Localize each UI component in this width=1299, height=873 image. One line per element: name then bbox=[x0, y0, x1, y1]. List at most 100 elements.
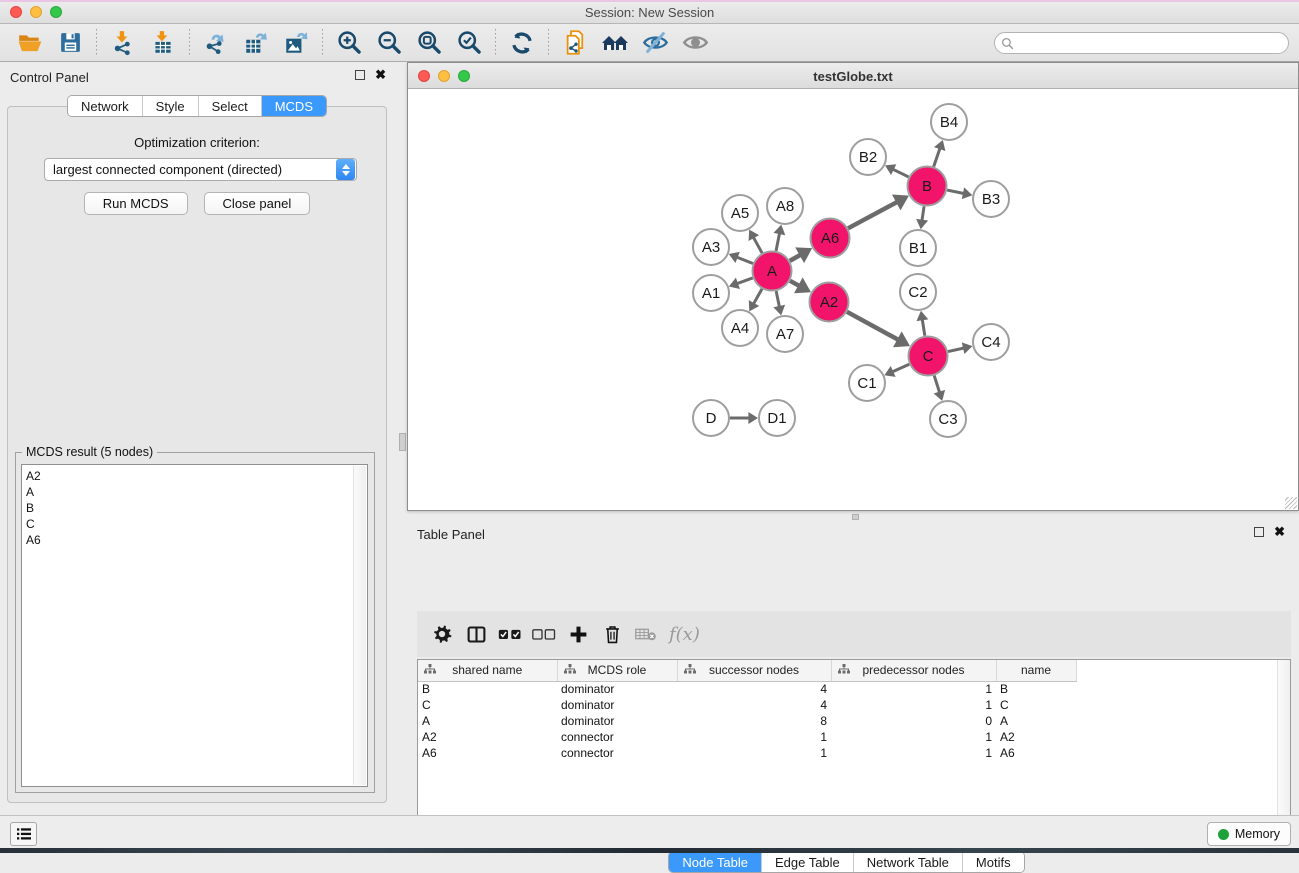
edge-C-C1[interactable] bbox=[892, 364, 909, 372]
table-cell[interactable]: 1 bbox=[831, 697, 996, 713]
edge-A-A1[interactable] bbox=[737, 278, 753, 284]
close-panel-button[interactable]: Close panel bbox=[204, 192, 311, 215]
table-cell[interactable]: 1 bbox=[831, 729, 996, 745]
search-field[interactable] bbox=[994, 32, 1289, 54]
edge-C-C3[interactable] bbox=[934, 376, 939, 393]
show-all-icon[interactable] bbox=[675, 27, 715, 59]
table-cell[interactable]: 1 bbox=[677, 745, 831, 761]
table-cell[interactable]: 1 bbox=[831, 681, 996, 697]
close-panel-icon[interactable]: ✖ bbox=[375, 70, 386, 80]
result-list-item[interactable]: B bbox=[26, 500, 367, 516]
zoom-out-icon[interactable] bbox=[369, 27, 409, 59]
table-tab-edge-table[interactable]: Edge Table bbox=[761, 852, 853, 872]
column-header-predecessor-nodes[interactable]: predecessor nodes bbox=[831, 660, 996, 681]
add-column-icon[interactable] bbox=[561, 619, 595, 649]
table-cell[interactable]: A2 bbox=[418, 729, 557, 745]
network-graph[interactable]: B4B2BB3A8A5A6A3B1AA1C2A2A4A7C4CC1DD1C3 bbox=[408, 89, 1298, 510]
result-list-item[interactable]: A2 bbox=[26, 468, 367, 484]
export-network-icon[interactable] bbox=[196, 27, 236, 59]
table-cell[interactable]: 0 bbox=[831, 713, 996, 729]
column-header-name[interactable]: name bbox=[996, 660, 1076, 681]
table-cell[interactable]: dominator bbox=[557, 713, 677, 729]
table-row[interactable]: A6connector11A6 bbox=[418, 745, 1278, 761]
zoom-fit-icon[interactable] bbox=[409, 27, 449, 59]
table-cell[interactable]: 1 bbox=[831, 745, 996, 761]
result-list-item[interactable]: C bbox=[26, 516, 367, 532]
node-table-grid[interactable]: shared nameMCDS rolesuccessor nodesprede… bbox=[418, 660, 1278, 761]
search-input[interactable] bbox=[1018, 36, 1288, 50]
network-canvas[interactable]: B4B2BB3A8A5A6A3B1AA1C2A2A4A7C4CC1DD1C3 bbox=[408, 89, 1298, 510]
edge-A2-C[interactable] bbox=[847, 312, 898, 340]
table-cell[interactable]: dominator bbox=[557, 681, 677, 697]
table-cell[interactable]: connector bbox=[557, 745, 677, 761]
edge-B-B3[interactable] bbox=[947, 190, 964, 193]
table-row[interactable]: Bdominator41B bbox=[418, 681, 1278, 697]
column-header-shared-name[interactable]: shared name bbox=[418, 660, 557, 681]
table-cell[interactable]: A bbox=[996, 713, 1076, 729]
hide-selected-icon[interactable] bbox=[635, 27, 675, 59]
select-all-checkboxes-icon[interactable] bbox=[493, 619, 527, 649]
edge-A6-B[interactable] bbox=[848, 202, 897, 228]
settings-gear-icon[interactable] bbox=[425, 619, 459, 649]
close-table-panel-icon[interactable]: ✖ bbox=[1274, 527, 1285, 537]
table-row[interactable]: Adominator80A bbox=[418, 713, 1278, 729]
table-cell[interactable]: C bbox=[418, 697, 557, 713]
edge-A-A5[interactable] bbox=[753, 237, 762, 253]
table-row[interactable]: A2connector11A2 bbox=[418, 729, 1278, 745]
run-mcds-button[interactable]: Run MCDS bbox=[84, 192, 188, 215]
edge-C-C4[interactable] bbox=[948, 348, 964, 352]
table-tab-node-table[interactable]: Node Table bbox=[669, 852, 761, 872]
export-table-icon[interactable] bbox=[236, 27, 276, 59]
table-cell[interactable]: connector bbox=[557, 729, 677, 745]
edge-B-B1[interactable] bbox=[922, 206, 924, 220]
table-tab-network-table[interactable]: Network Table bbox=[853, 852, 962, 872]
export-image-icon[interactable] bbox=[276, 27, 316, 59]
mcds-result-list[interactable]: A2ABCA6 bbox=[21, 464, 368, 787]
new-network-from-selection-icon[interactable] bbox=[555, 27, 595, 59]
result-list-scrollbar[interactable] bbox=[353, 466, 366, 785]
table-cell[interactable]: B bbox=[418, 681, 557, 697]
edge-A-A4[interactable] bbox=[754, 289, 762, 304]
table-tab-motifs[interactable]: Motifs bbox=[962, 852, 1024, 872]
table-row[interactable]: Cdominator41C bbox=[418, 697, 1278, 713]
table-cell[interactable]: 4 bbox=[677, 681, 831, 697]
tab-mcds[interactable]: MCDS bbox=[261, 96, 326, 116]
refresh-view-icon[interactable] bbox=[502, 27, 542, 59]
table-cell[interactable]: 4 bbox=[677, 697, 831, 713]
open-session-icon[interactable] bbox=[10, 27, 50, 59]
tab-style[interactable]: Style bbox=[142, 96, 198, 116]
edge-A-A8[interactable] bbox=[776, 233, 780, 251]
edge-A-A7[interactable] bbox=[776, 291, 779, 307]
table-cell[interactable]: A bbox=[418, 713, 557, 729]
table-cell[interactable]: dominator bbox=[557, 697, 677, 713]
delete-table-icon[interactable] bbox=[629, 619, 663, 649]
zoom-in-icon[interactable] bbox=[329, 27, 369, 59]
table-cell[interactable]: B bbox=[996, 681, 1076, 697]
tab-select[interactable]: Select bbox=[198, 96, 261, 116]
edge-A-A2[interactable] bbox=[790, 281, 799, 286]
import-table-icon[interactable] bbox=[143, 27, 183, 59]
float-panel-icon[interactable] bbox=[355, 70, 365, 80]
edge-A-A6[interactable] bbox=[790, 255, 801, 261]
home-icon[interactable] bbox=[595, 27, 635, 59]
table-cell[interactable]: C bbox=[996, 697, 1076, 713]
table-cell[interactable]: 8 bbox=[677, 713, 831, 729]
tab-network[interactable]: Network bbox=[68, 96, 142, 116]
table-cell[interactable]: A6 bbox=[418, 745, 557, 761]
column-header-mcds-role[interactable]: MCDS role bbox=[557, 660, 677, 681]
show-panels-button[interactable] bbox=[10, 822, 37, 846]
table-cell[interactable]: A2 bbox=[996, 729, 1076, 745]
save-session-icon[interactable] bbox=[50, 27, 90, 59]
column-header-successor-nodes[interactable]: successor nodes bbox=[677, 660, 831, 681]
edge-A-A3[interactable] bbox=[737, 257, 753, 263]
result-list-item[interactable]: A6 bbox=[26, 532, 367, 548]
show-columns-icon[interactable] bbox=[459, 619, 493, 649]
deselect-all-checkboxes-icon[interactable] bbox=[527, 619, 561, 649]
memory-button[interactable]: Memory bbox=[1207, 822, 1291, 846]
result-list-item[interactable]: A bbox=[26, 484, 367, 500]
window-resize-grip[interactable] bbox=[1285, 497, 1297, 509]
zoom-selected-icon[interactable] bbox=[449, 27, 489, 59]
float-table-panel-icon[interactable] bbox=[1254, 527, 1264, 537]
delete-column-icon[interactable] bbox=[595, 619, 629, 649]
table-cell[interactable]: 1 bbox=[677, 729, 831, 745]
